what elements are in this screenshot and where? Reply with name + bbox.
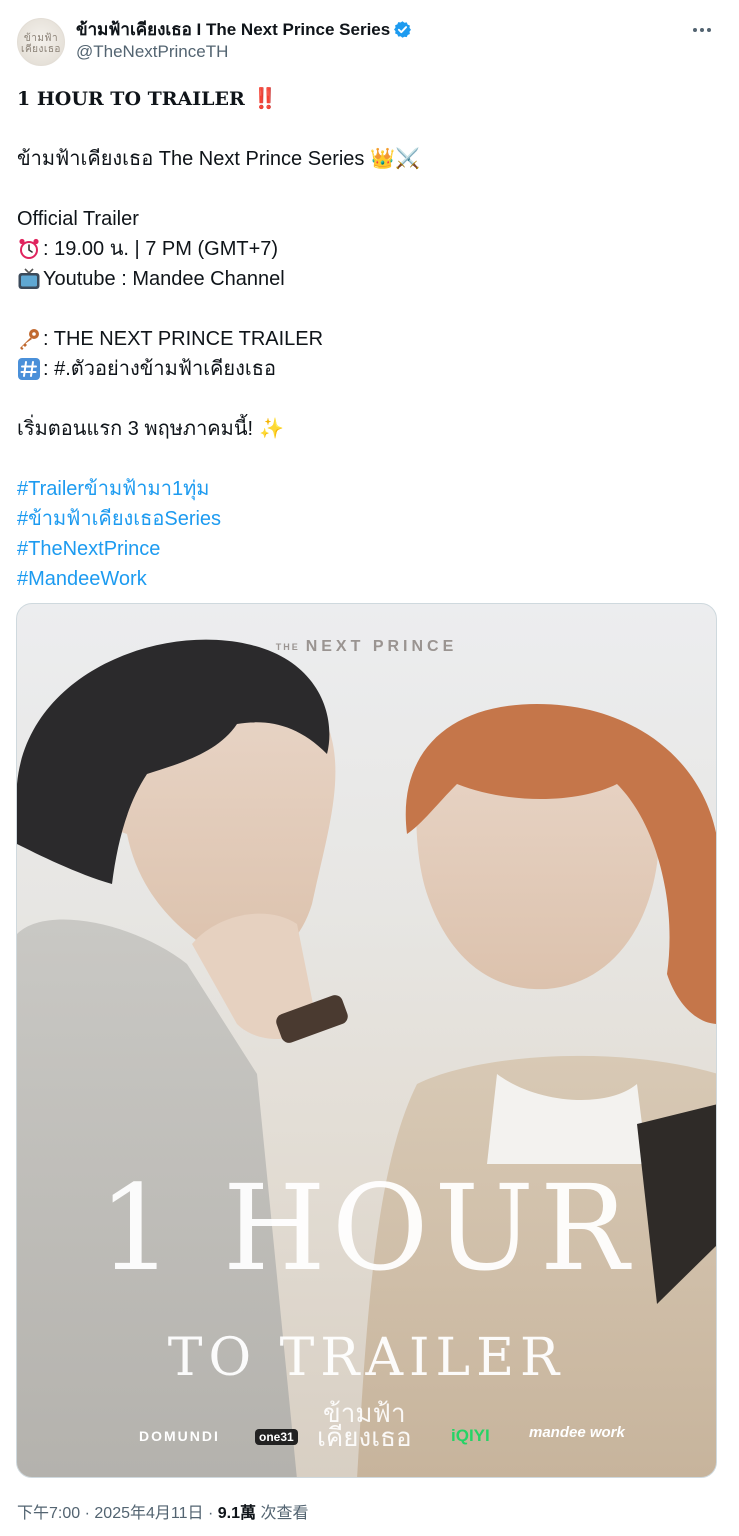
hash-text: : #.ตัวอย่างข้ามฟ้าเคียงเธอ: [43, 358, 276, 380]
crown-swords-icon: 👑⚔️: [370, 148, 421, 170]
premiere-line: เริ่มตอนแรก 3 พฤษภาคมนี้! ✨: [17, 414, 717, 444]
tweet-meta: 下午7:00 · 2025年4月11日 · 9.1萬 次查看: [17, 1499, 308, 1523]
double-exclamation-icon: ‼️: [252, 88, 278, 110]
tweet-image-poster[interactable]: THE NEXT PRINCE 1 HOUR TO TRAILER ข้ามฟ้า…: [16, 603, 717, 1478]
avatar[interactable]: ข้ามฟ้า เคียงเธอ: [17, 18, 65, 66]
tweet-header: ข้ามฟ้า เคียงเธอ ข้ามฟ้าเคียงเธอ I The N…: [17, 14, 722, 70]
sparkles-icon: ✨: [259, 418, 284, 440]
logo-domundi: DOMUNDI: [139, 1428, 220, 1444]
poster-brand-name: NEXT PRINCE: [305, 638, 458, 655]
key-line: : THE NEXT PRINCE TRAILER: [17, 324, 717, 354]
hash-keycap-icon: [18, 358, 40, 380]
series-text: ข้ามฟ้าเคียงเธอ The Next Prince Series: [17, 148, 365, 170]
logo-mandee: mandee work: [529, 1424, 625, 1441]
premiere-text: เริ่มตอนแรก 3 พฤษภาคมนี้!: [17, 418, 254, 440]
poster-brand: THE NEXT PRINCE: [17, 638, 716, 656]
poster-logos: DOMUNDI one31 iQIYI mandee work: [17, 1424, 716, 1454]
channel-text: Youtube : Mandee Channel: [43, 268, 285, 290]
poster-mid-text: TO TRAILER: [167, 1328, 566, 1388]
time-text: : 19.00 น. | 7 PM (GMT+7): [43, 238, 279, 260]
tweet-time: 下午7:00: [17, 1505, 81, 1522]
view-count: 9.1萬: [217, 1505, 256, 1522]
poster-big-text: 1 HOUR: [98, 1159, 635, 1297]
meta-separator-2: ·: [207, 1505, 214, 1522]
trailer-label: Official Trailer: [17, 208, 139, 230]
alarm-clock-icon: [19, 238, 39, 259]
logo-one31: one31: [255, 1429, 298, 1445]
headline: 1 HOUR TO TRAILER: [17, 88, 245, 110]
display-name[interactable]: ข้ามฟ้าเคียงเธอ I The Next Prince Series: [76, 16, 390, 43]
hashtag-link-series[interactable]: #ข้ามฟ้าเคียงเธอSeries: [17, 504, 221, 534]
key-icon: [20, 329, 39, 350]
tweet-text: 1 HOUR TO TRAILER ‼️ ข้ามฟ้าเคียงเธอ The…: [17, 84, 717, 594]
meta-separator: ·: [84, 1505, 90, 1522]
hashtag-link-mandeework[interactable]: #MandeeWork: [17, 564, 147, 594]
series-line: ข้ามฟ้าเคียงเธอ The Next Prince Series 👑…: [17, 144, 717, 174]
hashtag-link-thenextprince[interactable]: #TheNextPrince: [17, 534, 160, 564]
hashtag-link-trailer[interactable]: #Trailerข้ามฟ้ามา1ทุ่ม: [17, 474, 209, 504]
channel-line: Youtube : Mandee Channel: [17, 264, 717, 294]
more-options-icon[interactable]: [690, 18, 714, 42]
headline-line: 1 HOUR TO TRAILER ‼️: [17, 84, 717, 114]
poster-brand-prefix: THE: [275, 641, 300, 652]
tweet-date: 2025年4月11日: [94, 1505, 204, 1522]
key-text: : THE NEXT PRINCE TRAILER: [43, 328, 324, 350]
view-count-label: 次查看: [260, 1505, 309, 1522]
verified-badge-icon: [394, 20, 412, 38]
television-icon: [18, 268, 40, 289]
timestamp-link[interactable]: 下午7:00 · 2025年4月11日: [17, 1505, 204, 1522]
time-line: : 19.00 น. | 7 PM (GMT+7): [17, 234, 717, 264]
logo-iqiyi: iQIYI: [451, 1426, 490, 1445]
name-row: ข้ามฟ้าเคียงเธอ I The Next Prince Series: [76, 18, 412, 40]
hash-line: : #.ตัวอย่างข้ามฟ้าเคียงเธอ: [17, 354, 717, 384]
handle[interactable]: @TheNextPrinceTH: [76, 42, 228, 62]
avatar-logo-text: ข้ามฟ้า เคียงเธอ: [21, 33, 61, 55]
